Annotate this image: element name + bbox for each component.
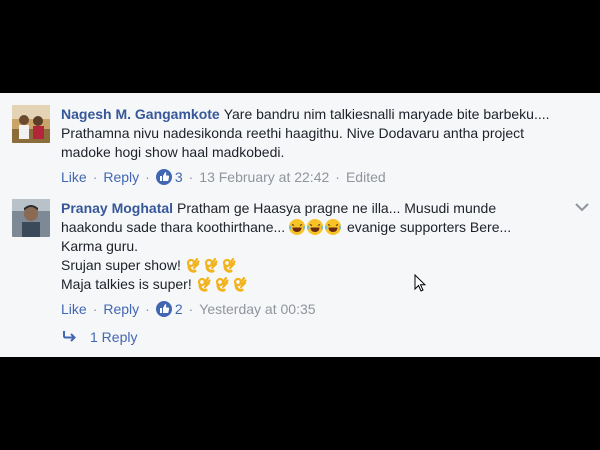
comment-line: evanige supporters Bere... bbox=[346, 219, 512, 235]
edited-label[interactable]: Edited bbox=[346, 169, 386, 185]
chevron-down-icon[interactable] bbox=[574, 199, 590, 217]
comment-text: Pranay Moghatal Pratham ge Haasya pragne … bbox=[61, 199, 570, 294]
separator-dot: · bbox=[188, 301, 194, 317]
like-thumb-icon[interactable] bbox=[155, 169, 172, 185]
view-replies-link[interactable]: 1 Reply bbox=[62, 329, 137, 345]
comment-timestamp[interactable]: 13 February at 22:42 bbox=[199, 169, 329, 185]
separator-dot: · bbox=[188, 169, 194, 185]
replies-count-label[interactable]: 1 Reply bbox=[90, 329, 137, 345]
comment-line: Yare bandru nim talkiesnalli maryade bit… bbox=[223, 106, 550, 122]
laughing-emoji-icon bbox=[289, 219, 306, 235]
comment-line: madoke hogi show haal madkobedi. bbox=[61, 144, 285, 160]
ok-hand-emoji-icon bbox=[185, 257, 201, 273]
comment-text: Nagesh M. Gangamkote Yare bandru nim talk… bbox=[61, 105, 570, 162]
comment-actions: Like · Reply · 2 · Yesterday at 00:35 bbox=[61, 301, 570, 317]
laughing-emoji-icon bbox=[325, 219, 342, 235]
comment-author[interactable]: Nagesh M. Gangamkote bbox=[61, 106, 220, 122]
like-link[interactable]: Like bbox=[61, 169, 87, 185]
separator-dot: · bbox=[145, 301, 150, 317]
comment-line: Maja talkies is super! bbox=[61, 276, 192, 292]
comments-panel: Nagesh M. Gangamkote Yare bandru nim talk… bbox=[0, 93, 600, 357]
ok-hand-emoji-icon bbox=[203, 257, 219, 273]
separator-dot: · bbox=[335, 169, 340, 185]
ok-hand-emoji-icon bbox=[214, 276, 230, 292]
like-thumb-icon[interactable] bbox=[155, 301, 172, 317]
comment-author[interactable]: Pranay Moghatal bbox=[61, 200, 173, 216]
laughing-emoji-icon bbox=[307, 219, 324, 235]
reply-link[interactable]: Reply bbox=[103, 169, 139, 185]
like-link[interactable]: Like bbox=[61, 301, 87, 317]
comment-line: Srujan super show! bbox=[61, 257, 181, 273]
comment-line: Pratham ge Haasya pragne ne illa... Musu… bbox=[177, 200, 497, 216]
like-count[interactable]: 3 bbox=[175, 169, 183, 185]
reply-arrow-icon bbox=[62, 329, 78, 345]
avatar[interactable] bbox=[12, 105, 50, 143]
avatar[interactable] bbox=[12, 199, 50, 237]
separator-dot: · bbox=[92, 301, 98, 317]
ok-hand-emoji-icon bbox=[221, 257, 237, 273]
comment-actions: Like · Reply · 3 · 13 February at 22:42 … bbox=[61, 169, 570, 185]
reply-link[interactable]: Reply bbox=[103, 301, 139, 317]
separator-dot: · bbox=[145, 169, 150, 185]
separator-dot: · bbox=[92, 169, 98, 185]
comment-timestamp[interactable]: Yesterday at 00:35 bbox=[199, 301, 315, 317]
comment-line: Karma guru. bbox=[61, 238, 139, 254]
ok-hand-emoji-icon bbox=[232, 276, 248, 292]
comment-line: haakondu sade thara koothirthane... bbox=[61, 219, 286, 235]
comment-line: Prathamna nivu nadesikonda reethi haagit… bbox=[61, 125, 525, 141]
like-count[interactable]: 2 bbox=[175, 301, 183, 317]
ok-hand-emoji-icon bbox=[196, 276, 212, 292]
mouse-cursor-icon bbox=[414, 273, 427, 297]
